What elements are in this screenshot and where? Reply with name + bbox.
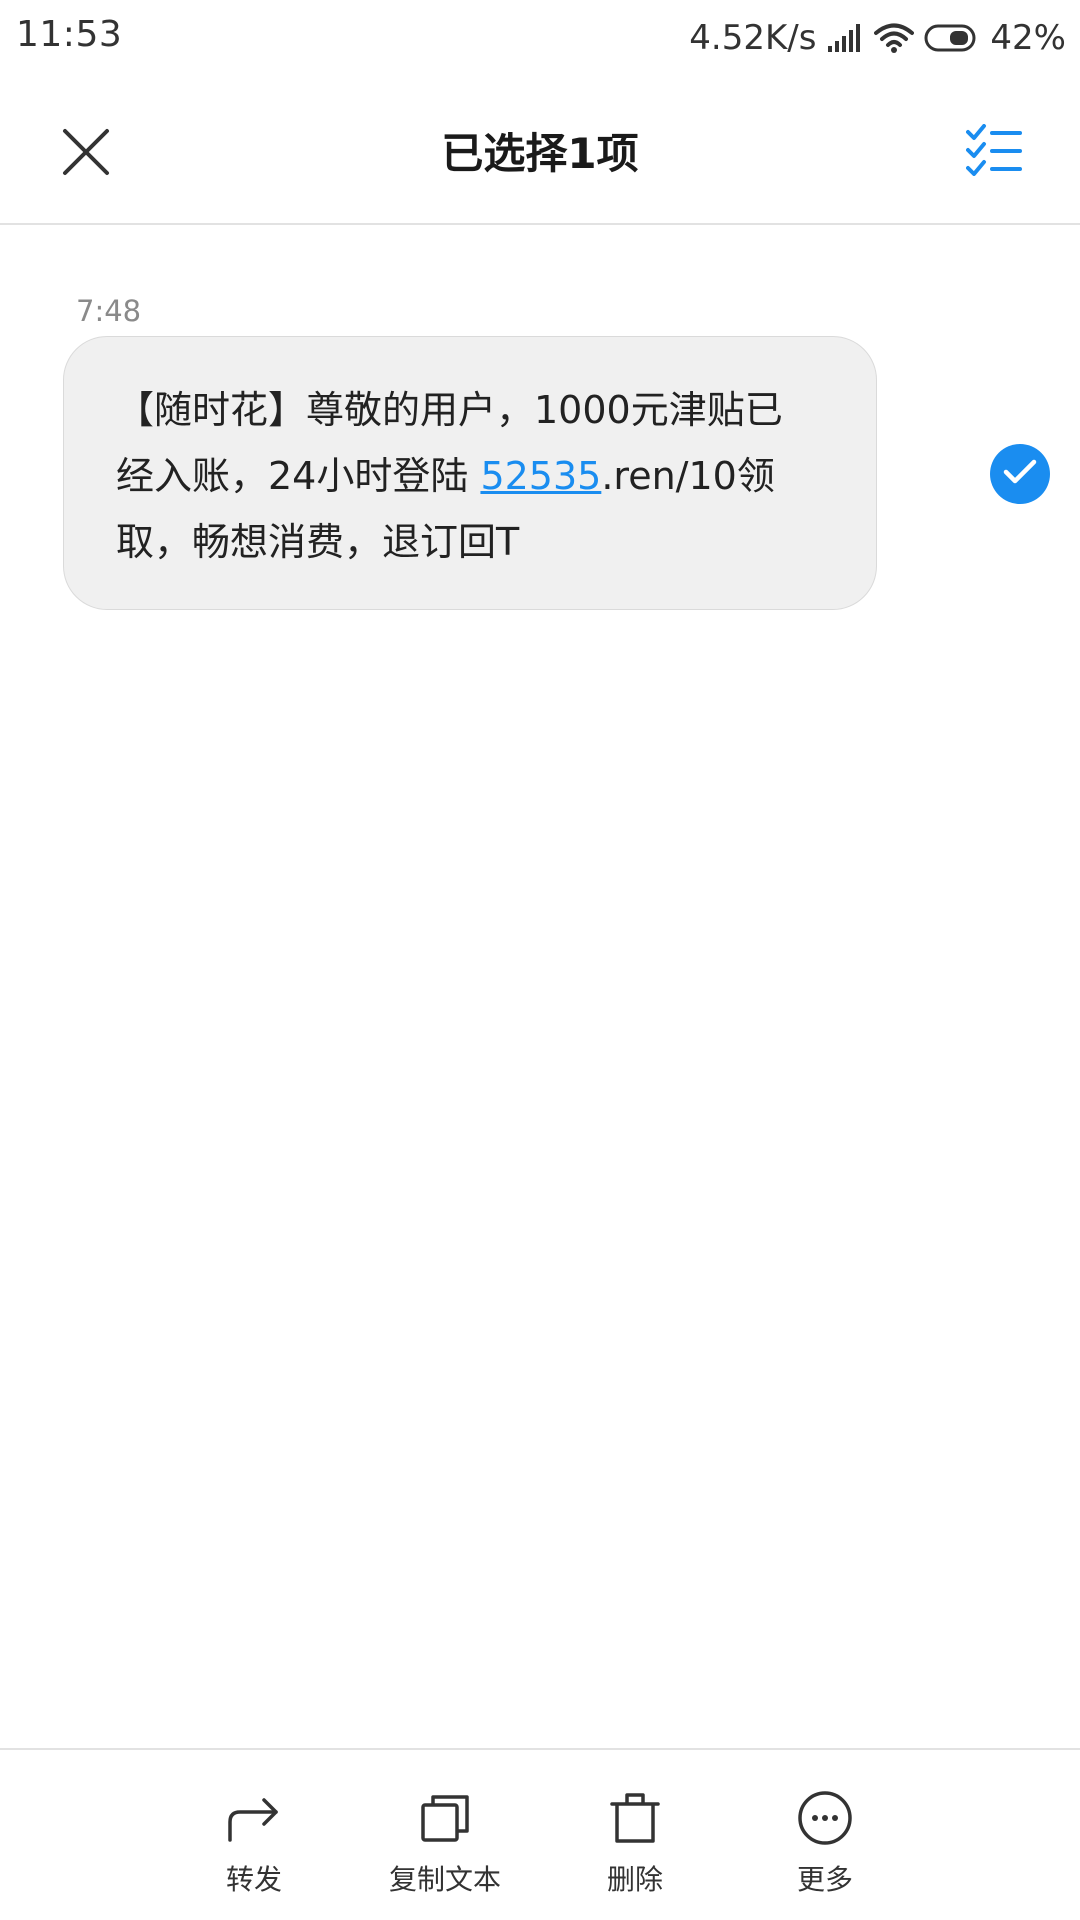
battery-percent: 42%: [990, 18, 1066, 58]
message-line-3: 取，畅想消费，退订回T: [116, 520, 520, 564]
message-timestamp: 7:48: [76, 294, 142, 328]
status-bar: 11:53 4.52K/s 42%: [0, 0, 1080, 76]
message-line-1: 【随时花】尊敬的用户，1000元津贴已: [116, 388, 783, 432]
forward-button[interactable]: 转发: [174, 1788, 334, 1898]
selection-header: 已选择1项: [0, 76, 1080, 225]
status-indicators: 4.52K/s 42%: [689, 14, 1066, 62]
signal-icon: [826, 24, 864, 52]
message-bubble[interactable]: 【随时花】尊敬的用户，1000元津贴已 经入账，24小时登陆 52535.ren…: [63, 336, 877, 610]
message-text: 经入账，24小时登陆: [116, 454, 481, 498]
status-time: 11:53: [16, 14, 123, 55]
select-all-icon: [966, 124, 1022, 180]
copy-text-button[interactable]: 复制文本: [365, 1788, 525, 1898]
message-select-checkbox[interactable]: [990, 444, 1050, 504]
forward-icon: [224, 1788, 284, 1848]
network-speed: 4.52K/s: [689, 18, 817, 58]
more-button[interactable]: 更多: [745, 1788, 905, 1898]
more-label: 更多: [796, 1863, 853, 1896]
delete-button[interactable]: 删除: [555, 1788, 715, 1898]
action-bar: 转发 复制文本 删除 更多: [0, 1748, 1080, 1920]
delete-label: 删除: [606, 1863, 663, 1896]
forward-label: 转发: [225, 1863, 282, 1896]
more-icon: [795, 1788, 855, 1848]
message-line-2: 经入账，24小时登陆 52535.ren/10领: [116, 443, 832, 509]
wifi-icon: [874, 22, 915, 54]
message-link[interactable]: 52535: [480, 454, 601, 498]
copy-icon: [415, 1788, 475, 1848]
page-title: 已选择1项: [441, 129, 639, 178]
select-all-button[interactable]: [954, 112, 1034, 192]
delete-icon: [605, 1788, 665, 1848]
checkmark-icon: [1003, 459, 1037, 489]
battery-icon: [924, 23, 980, 53]
copy-text-label: 复制文本: [388, 1863, 501, 1896]
message-text: .ren/10领: [601, 454, 775, 498]
